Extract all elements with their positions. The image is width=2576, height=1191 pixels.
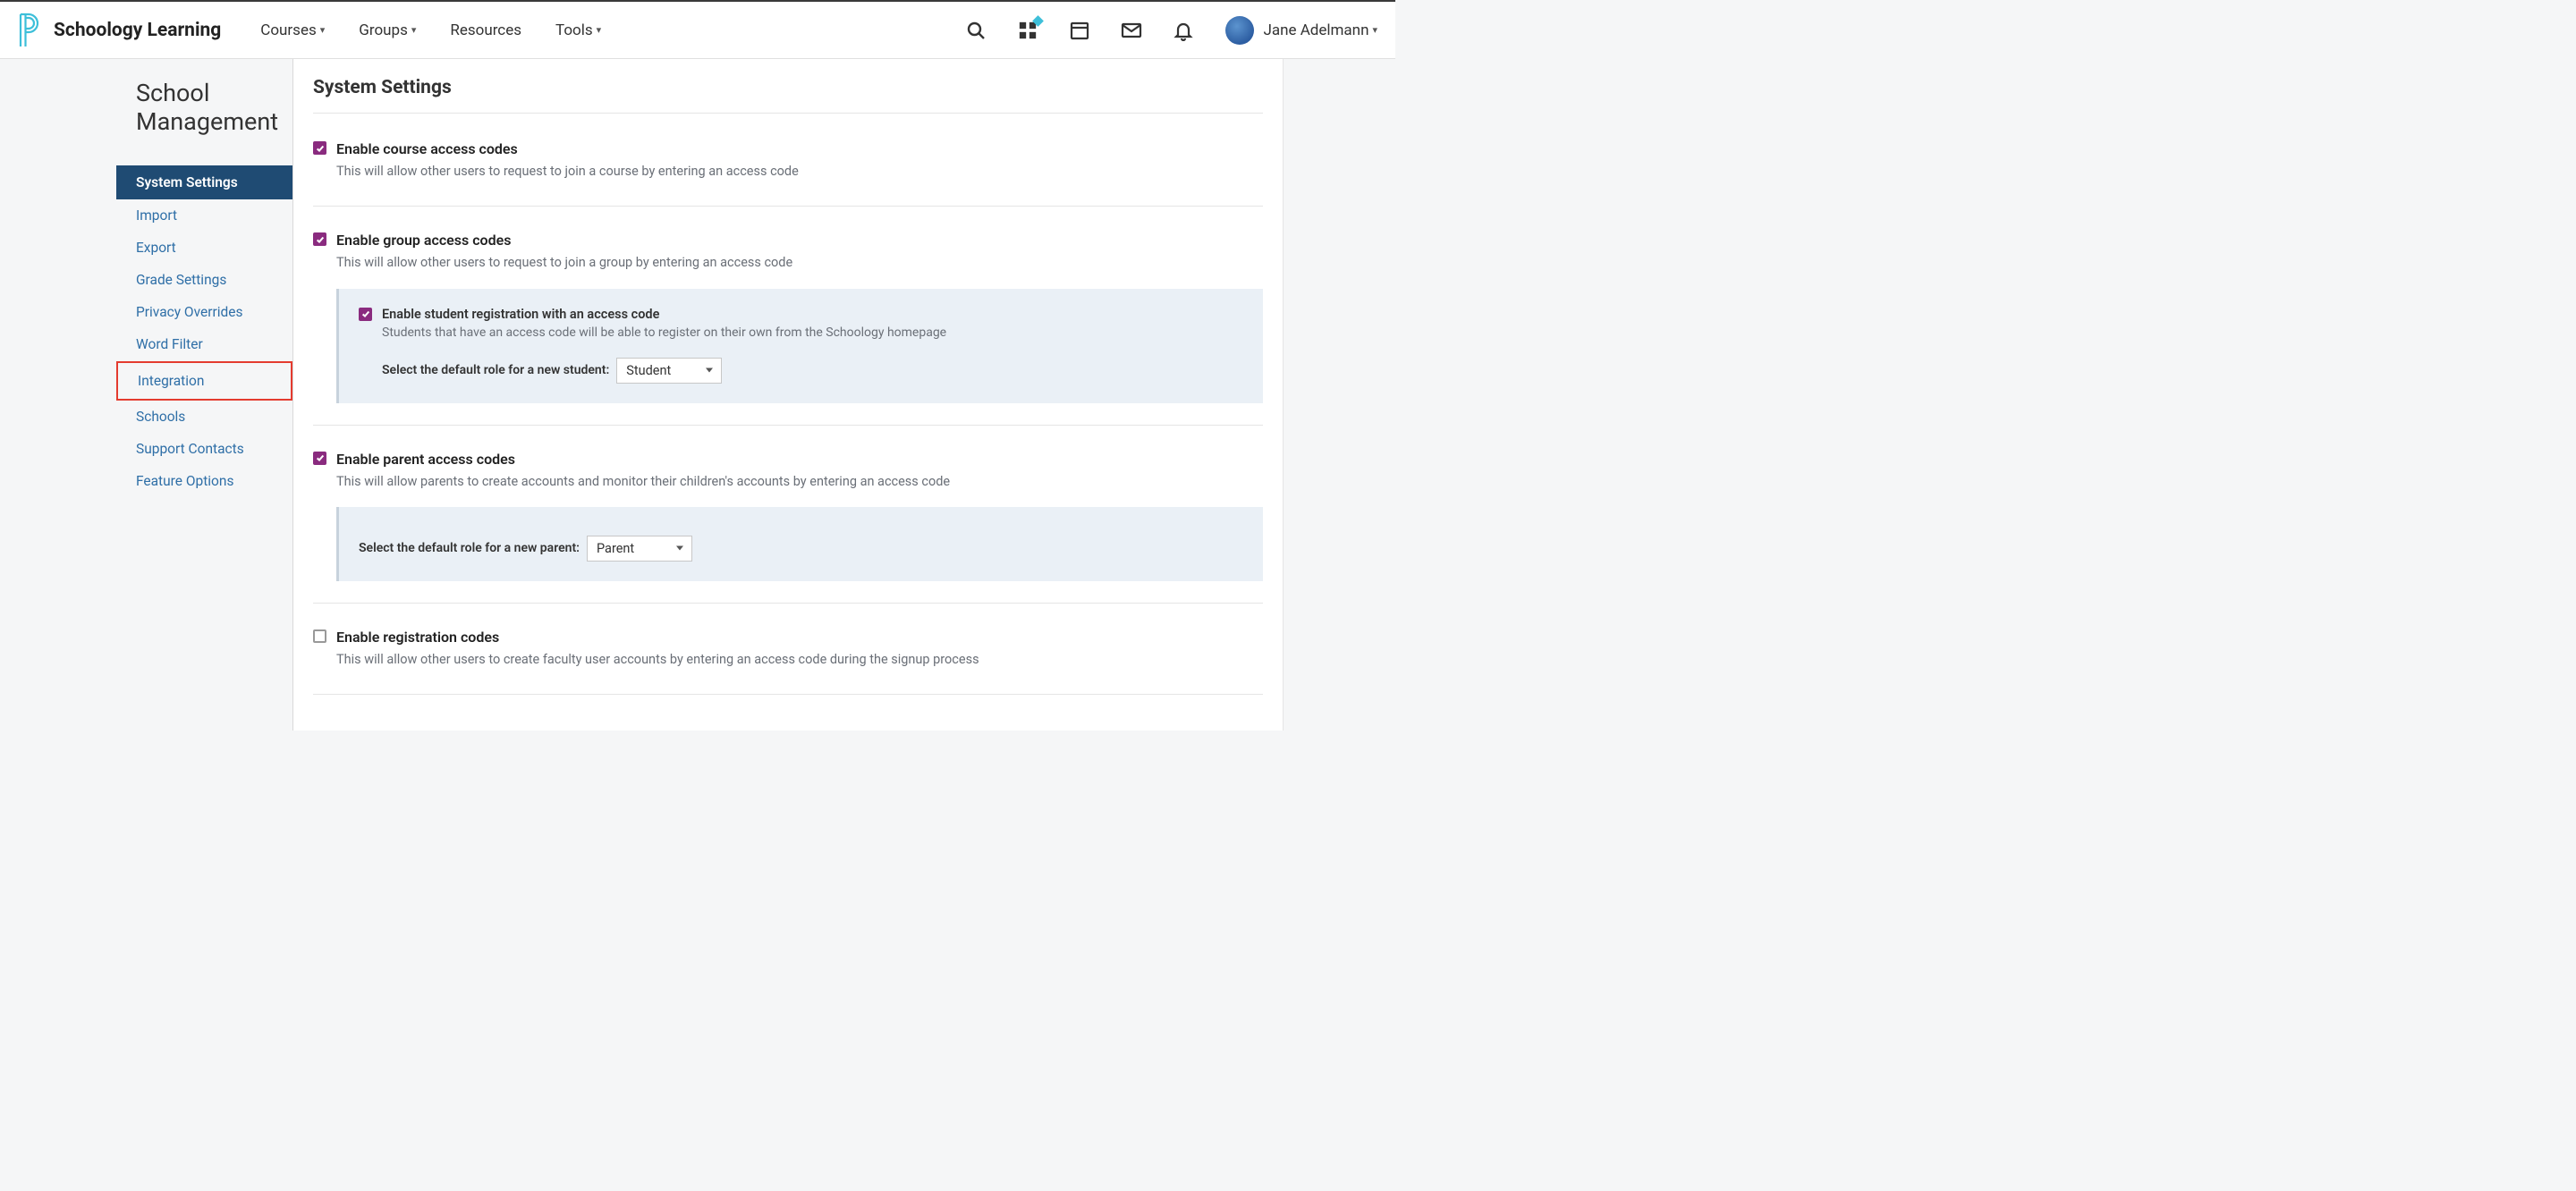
setting-registration-codes: Enable registration codes This will allo… bbox=[313, 629, 1263, 669]
avatar bbox=[1225, 16, 1254, 45]
subpanel-parent-role: Select the default role for a new parent… bbox=[336, 507, 1263, 581]
setting-label: Enable parent access codes bbox=[336, 451, 1263, 468]
sidebar-item-integration[interactable]: Integration bbox=[118, 363, 291, 399]
divider bbox=[313, 113, 1263, 114]
divider bbox=[313, 603, 1263, 604]
bell-icon[interactable] bbox=[1172, 19, 1195, 42]
sidebar-item-grade-settings[interactable]: Grade Settings bbox=[116, 264, 292, 296]
divider bbox=[313, 694, 1263, 695]
setting-desc: This will allow other users to request t… bbox=[336, 254, 1263, 272]
setting-label: Enable group access codes bbox=[336, 232, 1263, 249]
setting-label: Enable registration codes bbox=[336, 629, 1263, 646]
checkbox-group-access-codes[interactable] bbox=[313, 232, 326, 246]
sidebar-item-privacy-overrides[interactable]: Privacy Overrides bbox=[116, 296, 292, 328]
sidebar-item-system-settings[interactable]: System Settings bbox=[116, 165, 292, 199]
checkbox-registration-codes[interactable] bbox=[313, 629, 326, 643]
brand-logo[interactable]: Schoology Learning bbox=[18, 13, 221, 48]
chevron-down-icon: ▾ bbox=[320, 24, 326, 36]
header-icon-row: Jane Adelmann ▾ bbox=[950, 16, 1377, 45]
search-icon[interactable] bbox=[964, 19, 987, 42]
calendar-icon[interactable] bbox=[1068, 19, 1091, 42]
setting-parent-access-codes: Enable parent access codes This will all… bbox=[313, 451, 1263, 581]
powerschool-icon bbox=[18, 13, 41, 48]
divider bbox=[313, 206, 1263, 207]
chevron-down-icon: ▾ bbox=[411, 24, 417, 36]
select-new-parent-role[interactable]: Parent bbox=[587, 536, 692, 562]
sidebar-title: School Management bbox=[116, 79, 292, 137]
user-menu[interactable]: Jane Adelmann ▾ bbox=[1225, 16, 1377, 45]
brand-text: Schoology Learning bbox=[54, 20, 221, 41]
setting-desc: This will allow parents to create accoun… bbox=[336, 473, 1263, 491]
setting-desc: This will allow other users to create fa… bbox=[336, 651, 1263, 669]
apps-icon[interactable] bbox=[1016, 19, 1039, 42]
page-title: System Settings bbox=[313, 77, 1263, 98]
highlight-annotation: Integration bbox=[116, 361, 292, 401]
divider bbox=[313, 425, 1263, 426]
select-new-student-role[interactable]: Student bbox=[616, 358, 722, 384]
main-nav: Courses▾ Groups▾ Resources Tools▾ bbox=[260, 21, 950, 39]
setting-label: Enable student registration with an acce… bbox=[382, 307, 946, 322]
chevron-down-icon: ▾ bbox=[1372, 24, 1377, 36]
mail-icon[interactable] bbox=[1120, 19, 1143, 42]
nav-tools[interactable]: Tools▾ bbox=[555, 21, 601, 39]
nav-resources[interactable]: Resources bbox=[450, 21, 521, 39]
sidebar-item-support-contacts[interactable]: Support Contacts bbox=[116, 433, 292, 465]
chevron-down-icon: ▾ bbox=[597, 24, 602, 36]
sidebar-item-schools[interactable]: Schools bbox=[116, 401, 292, 433]
checkbox-course-access-codes[interactable] bbox=[313, 141, 326, 155]
sidebar-item-export[interactable]: Export bbox=[116, 232, 292, 264]
sidebar-item-word-filter[interactable]: Word Filter bbox=[116, 328, 292, 360]
setting-desc: Students that have an access code will b… bbox=[382, 325, 946, 340]
setting-desc: This will allow other users to request t… bbox=[336, 163, 1263, 181]
checkbox-parent-access-codes[interactable] bbox=[313, 452, 326, 465]
user-name: Jane Adelmann bbox=[1263, 21, 1368, 39]
setting-label: Enable course access codes bbox=[336, 140, 1263, 157]
setting-course-access-codes: Enable course access codes This will all… bbox=[313, 140, 1263, 181]
select-label-new-student-role: Select the default role for a new studen… bbox=[382, 363, 609, 377]
subpanel-student-registration: Enable student registration with an acce… bbox=[336, 289, 1263, 403]
top-bar: Schoology Learning Courses▾ Groups▾ Reso… bbox=[0, 0, 1395, 59]
nav-courses[interactable]: Courses▾ bbox=[260, 21, 325, 39]
side-nav: System Settings Import Export Grade Sett… bbox=[116, 165, 292, 497]
sidebar-item-import[interactable]: Import bbox=[116, 199, 292, 232]
page-wrap: School Management System Settings Import… bbox=[0, 59, 1395, 731]
checkbox-student-registration[interactable] bbox=[359, 308, 372, 321]
setting-group-access-codes: Enable group access codes This will allo… bbox=[313, 232, 1263, 402]
sidebar-item-feature-options[interactable]: Feature Options bbox=[116, 465, 292, 497]
select-label-new-parent-role: Select the default role for a new parent… bbox=[359, 541, 580, 555]
sidebar: School Management System Settings Import… bbox=[0, 59, 292, 731]
nav-groups[interactable]: Groups▾ bbox=[359, 21, 416, 39]
main-content: System Settings Enable course access cod… bbox=[292, 59, 1284, 731]
